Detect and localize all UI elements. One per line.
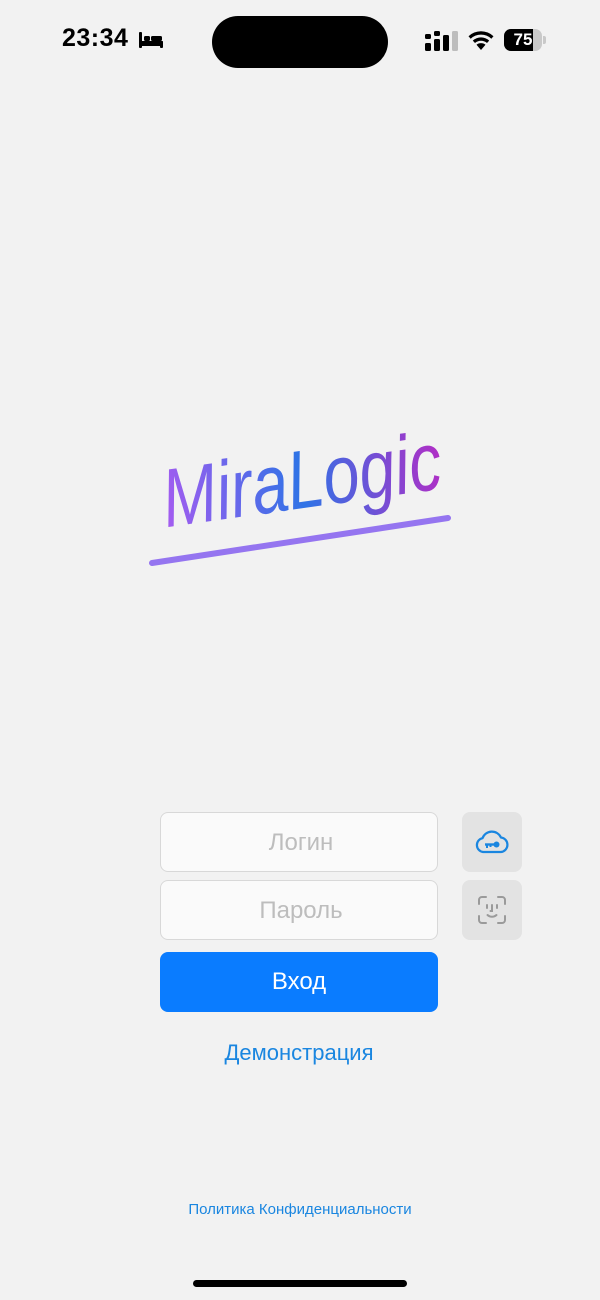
privacy-policy-link[interactable]: Политика Конфиденциальности (100, 1201, 500, 1218)
login-button[interactable]: Вход (160, 952, 438, 1012)
password-input[interactable] (161, 881, 441, 941)
login-screen: 23:34 75 MiraLogic Логин Вход Демонстрац… (0, 0, 600, 1300)
dynamic-island (212, 16, 388, 68)
wifi-icon (468, 31, 494, 50)
battery-percent: 75 (513, 30, 533, 49)
password-field[interactable] (160, 880, 441, 941)
cloud-key-button[interactable] (462, 812, 522, 872)
demo-link[interactable]: Демонстрация (160, 1040, 438, 1066)
face-id-button[interactable] (462, 880, 522, 940)
miralogic-logo: MiraLogic (149, 414, 451, 566)
battery-icon: 75 (504, 29, 546, 51)
home-indicator[interactable] (193, 1280, 407, 1287)
login-input[interactable] (161, 813, 441, 873)
cloud-key-icon (475, 830, 509, 854)
login-field[interactable] (160, 812, 441, 873)
status-time: 23:34 (62, 24, 129, 52)
signal-icon (425, 31, 458, 51)
face-id-icon (478, 896, 506, 924)
bed-icon (139, 32, 163, 48)
